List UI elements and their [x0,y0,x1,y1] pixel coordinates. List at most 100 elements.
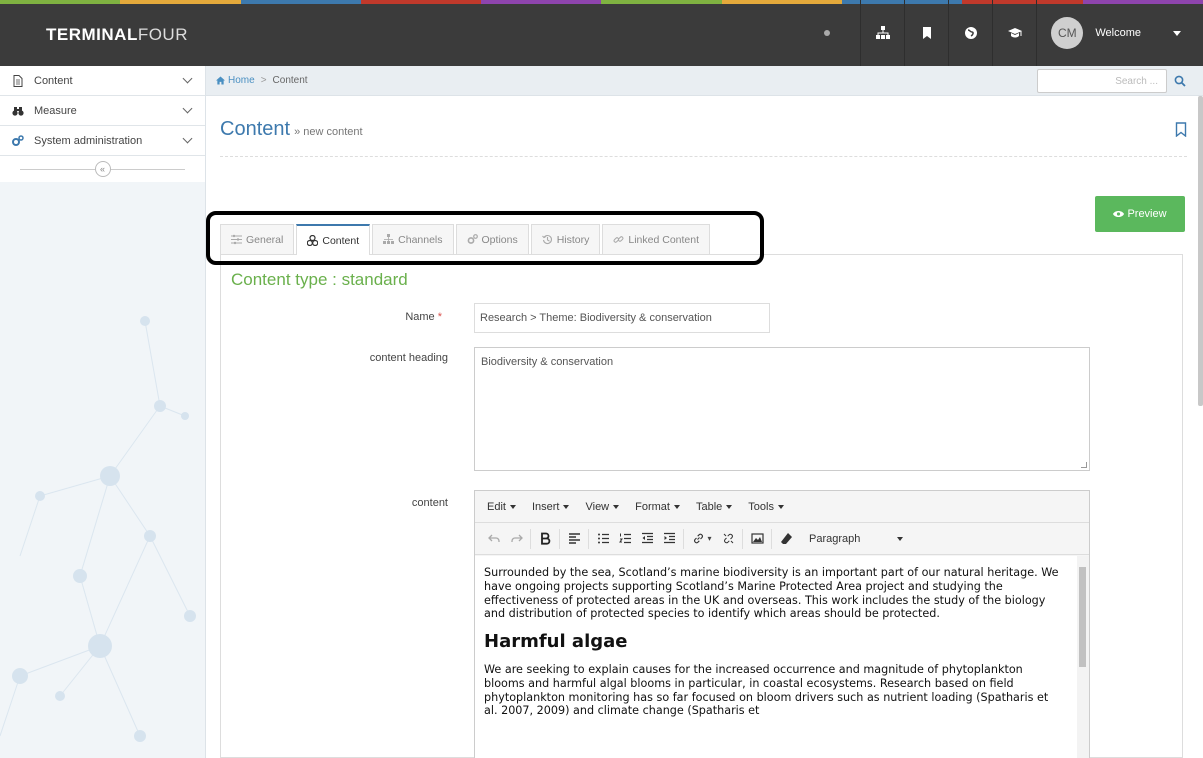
required-marker: * [437,311,442,323]
sitemap-icon [875,26,890,39]
content-field-label: content [411,497,448,509]
gears-icon [12,134,24,146]
menu-table[interactable]: Table [695,500,733,513]
bold-button[interactable] [534,527,556,551]
menu-label: Table [695,500,723,513]
chevron-down-icon [182,133,193,144]
menu-label: Format [635,500,670,513]
breadcrumb-home-label: Home [228,75,255,86]
menu-insert[interactable]: Insert [532,501,570,513]
outdent-button[interactable] [636,527,658,551]
image-icon [750,533,764,544]
search-input[interactable] [1037,69,1167,93]
align-left-button[interactable] [563,527,585,551]
caret-down-icon [726,504,733,509]
bookmark-icon[interactable] [1175,122,1187,137]
toolbar-separator [588,528,589,549]
editor-heading: Harmful algae [484,631,628,653]
caret-down-icon [613,504,620,509]
toolbar-separator [683,528,684,549]
sidebar-item-label: System administration [34,134,143,147]
home-icon [216,76,225,85]
link-icon [694,533,704,544]
bookmarks-nav-button[interactable] [904,0,948,66]
unlink-button[interactable] [717,527,739,551]
search-button[interactable] [1167,69,1193,93]
bullet-list-icon [597,533,609,544]
preview-label: Preview [1127,208,1167,220]
globe-icon [964,27,977,39]
breadcrumb-home-link[interactable]: Home [216,75,255,86]
search-icon [1174,75,1186,87]
page-title-text: Content [220,118,291,140]
name-field-value: Research > Theme: Biodiversity & conserv… [480,312,712,324]
resize-handle[interactable] [1081,462,1087,468]
divider [220,156,1187,157]
insert-link-button[interactable]: ▾ [687,527,717,551]
app-logo[interactable]: TERMINALFOUR [46,25,188,45]
editor-scrollbar-thumb[interactable] [1079,567,1086,667]
globe-nav-button[interactable] [948,0,992,66]
editor-toolbar: ▾ Paragraph [475,523,1089,555]
menu-label: Tools [748,500,774,513]
insert-image-button[interactable] [746,527,768,551]
status-dot-icon [824,30,831,36]
redo-button[interactable] [505,527,527,551]
sidebar-item-system-administration[interactable]: System administration [0,126,205,156]
logo-bold: TERMINAL [46,25,138,44]
numbered-list-button[interactable] [614,527,636,551]
align-left-icon [568,533,580,544]
document-icon [13,74,23,87]
page-scrollbar[interactable] [1198,96,1203,406]
toolbar-separator [742,528,743,549]
editor-paragraph: Surrounded by the sea, Scotland’s marine… [484,566,1059,621]
name-field[interactable]: Research > Theme: Biodiversity & conserv… [474,303,770,333]
link-dropdown-caret: ▾ [707,534,712,543]
outdent-icon [641,532,653,544]
eye-icon [1113,211,1125,217]
unlink-icon [723,533,733,544]
indent-icon [663,532,675,544]
menu-view[interactable]: View [585,500,620,513]
undo-icon [487,534,500,542]
content-heading-field[interactable]: Biodiversity & conservation [474,347,1090,471]
tabs-highlight-annotation [206,211,764,265]
caret-down-icon [509,504,516,509]
undo-button[interactable] [483,527,505,551]
caret-down-icon [897,536,903,541]
sidebar-item-label: Measure [34,104,77,117]
editor-paragraph: We are seeking to explain causes for the… [484,662,1049,718]
collapse-sidebar-button[interactable]: « [94,161,111,177]
binoculars-icon [12,106,24,116]
network-background-graphic [0,316,196,742]
sidebar-item-measure[interactable]: Measure [0,96,205,126]
block-format-value: Paragraph [809,532,861,545]
sidebar-item-content[interactable]: Content [0,66,205,96]
preview-button[interactable]: Preview [1095,196,1185,232]
menu-label: View [585,500,610,513]
sitemap-nav-button[interactable] [860,0,904,66]
menu-edit[interactable]: Edit [487,501,516,513]
caret-down-icon [563,504,570,509]
editor-content-area[interactable]: Surrounded by the sea, Scotland’s marine… [475,556,1089,758]
indent-button[interactable] [658,527,680,551]
clear-formatting-button[interactable] [775,527,797,551]
bookmark-icon [922,27,931,39]
block-format-select[interactable]: Paragraph [803,527,913,551]
user-menu[interactable]: CM Welcome [1036,0,1203,66]
graduation-cap-icon [1007,28,1022,38]
sidebar-item-label: Content [34,74,73,87]
bullet-list-button[interactable] [592,527,614,551]
breadcrumb: Home > Content [206,66,1203,96]
search-box [1037,69,1193,93]
menu-label: Edit [487,500,506,513]
breadcrumb-current: Content [272,75,308,86]
menu-tools[interactable]: Tools [748,501,784,513]
page-title: Content» new content [220,118,363,141]
menu-format[interactable]: Format [635,501,680,513]
chevron-down-icon [182,73,193,84]
eraser-icon [780,533,792,544]
graduation-nav-button[interactable] [992,0,1036,66]
chevron-down-icon [182,103,193,114]
welcome-text: Welcome [1095,27,1141,39]
